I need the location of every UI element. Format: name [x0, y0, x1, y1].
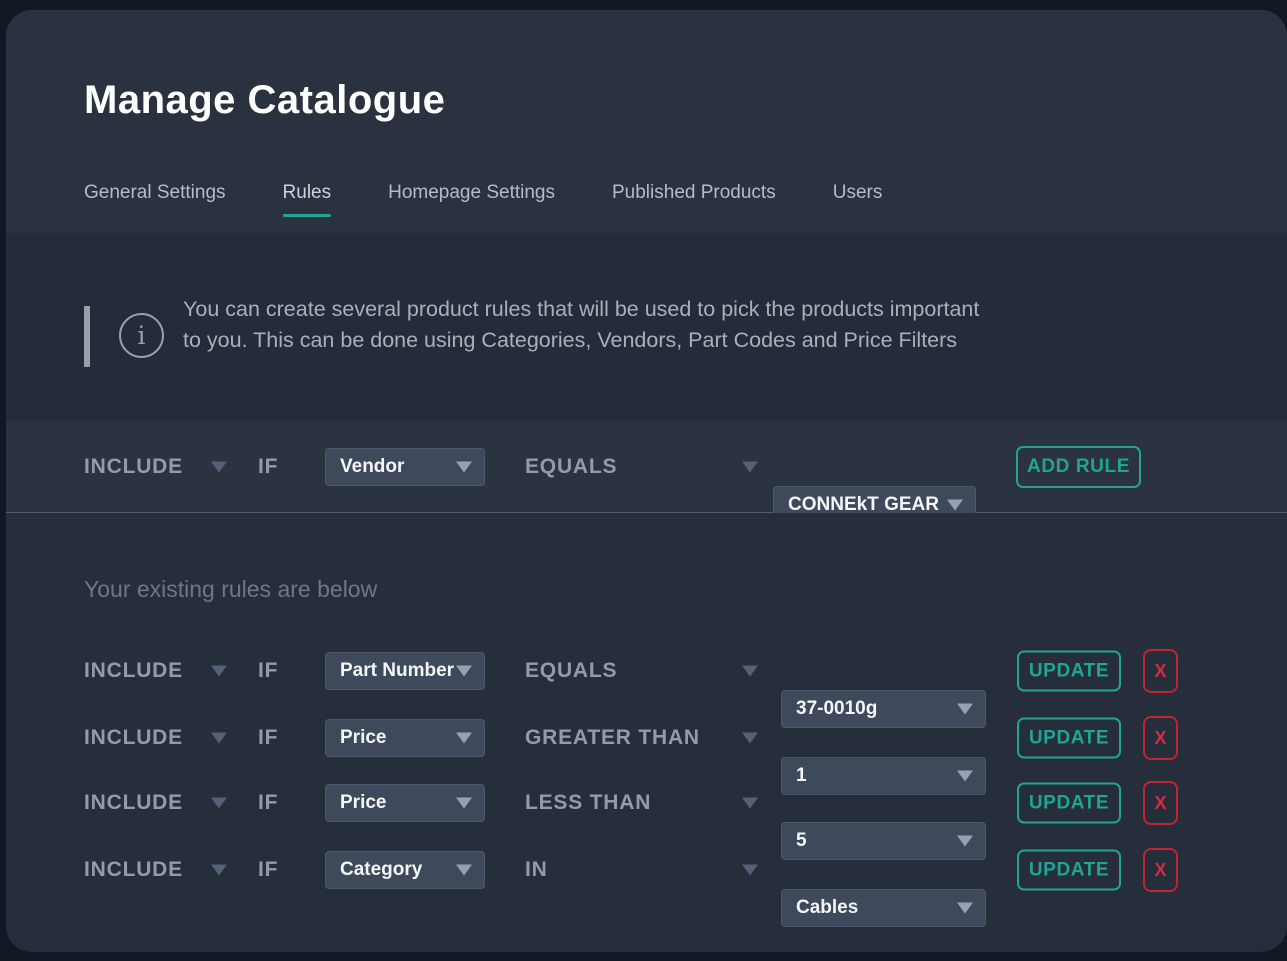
rule-value-dropdown[interactable]: Cables [781, 889, 986, 927]
rule-builder-section: INCLUDE IF Vendor EQUALS CONNEkT GEAR AD… [6, 420, 1287, 513]
rule-action-dropdown[interactable]: INCLUDE [84, 726, 183, 750]
delete-rule-button[interactable]: X [1143, 781, 1178, 825]
builder-operator-dropdown[interactable]: EQUALS [525, 455, 617, 479]
chevron-down-icon[interactable] [211, 461, 227, 472]
chevron-down-icon [456, 666, 472, 677]
tab-published-products[interactable]: Published Products [612, 182, 776, 204]
tab-general-settings[interactable]: General Settings [84, 182, 226, 204]
delete-rule-button[interactable]: X [1143, 848, 1178, 892]
header-section: Manage Catalogue General Settings Rules … [6, 10, 1287, 233]
chevron-down-icon [947, 499, 963, 510]
update-rule-button[interactable]: UPDATE [1017, 850, 1121, 891]
rule-if-label: IF [258, 791, 278, 815]
rule-value-text: Cables [796, 897, 858, 919]
builder-action-dropdown[interactable]: INCLUDE [84, 455, 183, 479]
builder-field-value: Vendor [340, 456, 404, 478]
rule-operator-dropdown[interactable]: EQUALS [525, 659, 617, 683]
rule-field-dropdown[interactable]: Price [325, 719, 485, 757]
rule-operator-dropdown[interactable]: GREATER THAN [525, 726, 700, 750]
chevron-down-icon[interactable] [211, 798, 227, 809]
chevron-down-icon [957, 903, 973, 914]
rule-field-value: Price [340, 727, 386, 749]
rule-field-dropdown[interactable]: Price [325, 784, 485, 822]
rule-if-label: IF [258, 726, 278, 750]
manage-catalogue-panel: Manage Catalogue General Settings Rules … [6, 10, 1287, 952]
info-text-line2: to you. This can be done using Categorie… [183, 325, 979, 356]
rule-field-value: Category [340, 859, 422, 881]
tab-homepage-settings[interactable]: Homepage Settings [388, 182, 555, 204]
builder-field-dropdown[interactable]: Vendor [325, 448, 485, 486]
info-text-line1: You can create several product rules tha… [183, 294, 979, 325]
chevron-down-icon [456, 798, 472, 809]
tab-rules[interactable]: Rules [283, 182, 332, 204]
update-rule-button[interactable]: UPDATE [1017, 783, 1121, 824]
delete-rule-button[interactable]: X [1143, 649, 1178, 693]
page-title: Manage Catalogue [84, 78, 445, 123]
tab-users[interactable]: Users [833, 182, 883, 204]
chevron-down-icon[interactable] [742, 461, 758, 472]
info-accent-bar [84, 306, 90, 367]
existing-rules-heading: Your existing rules are below [84, 576, 377, 603]
existing-rule-row: INCLUDE IF Price LESS THAN 5 UPDATE X [6, 770, 1287, 836]
update-rule-button[interactable]: UPDATE [1017, 718, 1121, 759]
rule-action-dropdown[interactable]: INCLUDE [84, 858, 183, 882]
tab-bar: General Settings Rules Homepage Settings… [84, 182, 882, 204]
delete-rule-button[interactable]: X [1143, 716, 1178, 760]
chevron-down-icon[interactable] [211, 666, 227, 677]
chevron-down-icon [456, 733, 472, 744]
chevron-down-icon[interactable] [742, 865, 758, 876]
existing-rules-section: Your existing rules are below INCLUDE IF… [6, 513, 1287, 950]
chevron-down-icon [456, 865, 472, 876]
rule-field-value: Price [340, 792, 386, 814]
update-rule-button[interactable]: UPDATE [1017, 651, 1121, 692]
chevron-down-icon[interactable] [742, 798, 758, 809]
chevron-down-icon[interactable] [742, 666, 758, 677]
rule-field-value: Part Number [340, 660, 454, 682]
rule-if-label: IF [258, 858, 278, 882]
existing-rule-row: INCLUDE IF Category IN Cables UPDATE X [6, 837, 1287, 903]
chevron-down-icon [456, 461, 472, 472]
existing-rule-row: INCLUDE IF Part Number EQUALS 37-0010g U… [6, 638, 1287, 704]
rule-builder-row: INCLUDE IF Vendor EQUALS CONNEkT GEAR AD… [6, 420, 1287, 513]
rule-action-dropdown[interactable]: INCLUDE [84, 791, 183, 815]
info-text: You can create several product rules tha… [183, 294, 979, 356]
info-section: i You can create several product rules t… [6, 233, 1287, 420]
rule-action-dropdown[interactable]: INCLUDE [84, 659, 183, 683]
chevron-down-icon[interactable] [742, 733, 758, 744]
chevron-down-icon[interactable] [211, 865, 227, 876]
rule-operator-dropdown[interactable]: LESS THAN [525, 791, 651, 815]
builder-if-label: IF [258, 455, 278, 479]
rule-operator-dropdown[interactable]: IN [525, 858, 548, 882]
rule-if-label: IF [258, 659, 278, 683]
existing-rule-row: INCLUDE IF Price GREATER THAN 1 UPDATE X [6, 705, 1287, 771]
chevron-down-icon[interactable] [211, 733, 227, 744]
rule-field-dropdown[interactable]: Category [325, 851, 485, 889]
info-icon: i [119, 313, 164, 358]
add-rule-button[interactable]: ADD RULE [1016, 446, 1141, 488]
rule-field-dropdown[interactable]: Part Number [325, 652, 485, 690]
